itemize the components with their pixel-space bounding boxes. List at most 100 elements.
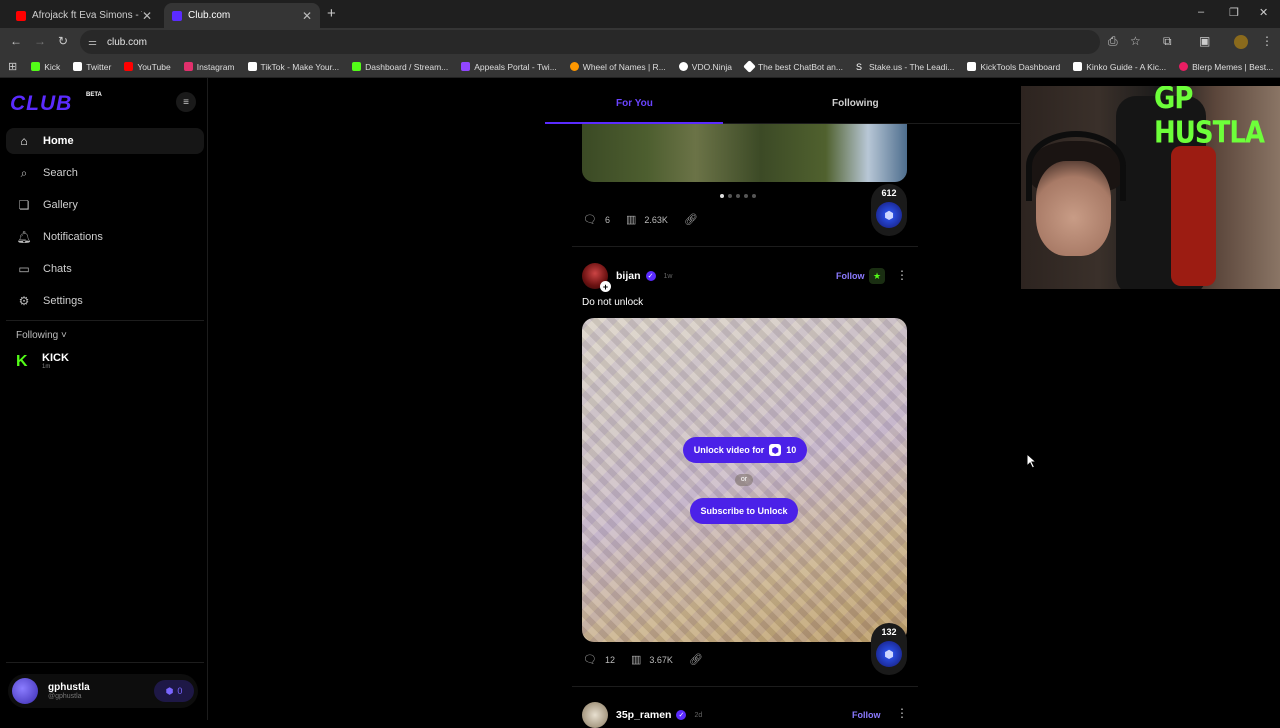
search-icon: ⌕: [20, 165, 28, 180]
post-image[interactable]: [582, 124, 907, 182]
bookmark-item[interactable]: Appeals Portal - Twi...: [461, 62, 557, 72]
bookmark-label: YouTube: [137, 61, 171, 72]
comment-count: 12: [604, 654, 615, 665]
sidebar-item-label: Search: [43, 167, 78, 179]
author-name[interactable]: bijan: [616, 270, 641, 282]
bookmark-label: Instagram: [196, 61, 235, 72]
close-tab-icon[interactable]: ✕: [142, 9, 152, 23]
apps-grid-icon[interactable]: ⊞: [8, 60, 17, 73]
tab-club[interactable]: Club.com ✕: [164, 3, 320, 28]
coin-balance[interactable]: ⬢ 0: [154, 680, 194, 702]
star-icon[interactable]: ★: [869, 268, 885, 284]
unlock-video-button[interactable]: Unlock video for ⬢ 10: [683, 437, 807, 463]
bookmark-label: Wheel of Names | R...: [582, 61, 666, 72]
bookmark-item[interactable]: The best ChatBot an...: [743, 60, 843, 73]
coin-icon: ⬢: [769, 444, 782, 456]
address-bar[interactable]: ⚌ club.com: [80, 30, 1100, 54]
carousel-dot[interactable]: [752, 194, 756, 198]
install-icon[interactable]: ⎙: [1108, 34, 1118, 49]
sidebar-item-gallery[interactable]: ❏ Gallery: [6, 192, 204, 218]
sidebar-item-notifications[interactable]: 🔔︎ Notifications: [6, 224, 204, 250]
close-window-button[interactable]: ✕: [1259, 6, 1268, 19]
more-options-icon[interactable]: ⋮: [896, 706, 908, 720]
reload-icon[interactable]: ↻: [58, 34, 68, 48]
bookmark-item[interactable]: VDO.Ninja: [678, 61, 732, 72]
twitch-icon: [461, 62, 471, 71]
more-options-icon[interactable]: ⋮: [896, 268, 908, 282]
sidebar-item-chats[interactable]: ▭ Chats: [6, 256, 204, 282]
bookmark-item[interactable]: Kinko Guide - A Kic...: [1073, 62, 1166, 72]
carousel-dot[interactable]: [736, 194, 740, 198]
gear-icon: ⚙: [18, 294, 30, 308]
vdo-ninja-icon: [678, 62, 688, 71]
comment-icon[interactable]: 🗨︎: [583, 213, 597, 226]
minimize-button[interactable]: –: [1198, 6, 1204, 18]
tab-title: Afrojack ft Eva Simons - Take O: [32, 10, 142, 21]
follow-button[interactable]: Follow: [836, 271, 865, 281]
tab-title: Club.com: [188, 10, 231, 21]
follow-plus-icon[interactable]: +: [600, 281, 611, 292]
bookmark-item[interactable]: S Stake.us - The Leadi...: [856, 61, 955, 73]
link-icon[interactable]: 🔗︎: [684, 213, 698, 226]
forward-icon[interactable]: →: [34, 34, 46, 48]
url-text: club.com: [106, 36, 147, 48]
bookmark-item[interactable]: Dashboard / Stream...: [352, 62, 448, 72]
back-icon[interactable]: ←: [10, 34, 22, 48]
tab-following[interactable]: Following: [832, 98, 879, 109]
bookmark-label: VDO.Ninja: [691, 61, 732, 72]
bookmark-item[interactable]: TikTok - Make Your...: [247, 62, 339, 72]
following-section-toggle[interactable]: Following ˅: [16, 330, 67, 341]
sidebar-item-settings[interactable]: ⚙ Settings: [6, 288, 204, 314]
following-item-kick[interactable]: K KICK 1m: [16, 352, 69, 370]
unlock-price: 10: [786, 445, 797, 455]
kick-dashboard-icon: [352, 62, 362, 71]
subscribe-to-unlock-button[interactable]: Subscribe to Unlock: [690, 498, 798, 524]
following-name: KICK: [42, 352, 69, 364]
club-logo[interactable]: CLUB: [10, 92, 72, 116]
tip-badge[interactable]: 132 ⬢: [871, 623, 907, 675]
bookmark-label: Dashboard / Stream...: [365, 61, 449, 72]
profile-avatar[interactable]: [1234, 35, 1248, 49]
carousel-dots[interactable]: [720, 194, 756, 198]
close-tab-icon[interactable]: ✕: [302, 9, 312, 23]
extensions-icon[interactable]: ⧉: [1163, 34, 1172, 49]
sidebar-item-label: Notifications: [43, 231, 103, 243]
kicktools-icon: [967, 62, 977, 71]
bookmark-item[interactable]: Blerp Memes | Best...: [1179, 62, 1273, 72]
carousel-dot[interactable]: [744, 194, 748, 198]
carousel-dot[interactable]: [728, 194, 732, 198]
link-icon[interactable]: 🔗︎: [689, 653, 703, 666]
menu-toggle-icon[interactable]: ≡: [176, 92, 196, 112]
user-profile[interactable]: gphustla @gphustla ⬢ 0: [8, 674, 198, 708]
bookmark-label: Stake.us - The Leadi...: [869, 61, 955, 72]
bookmark-item[interactable]: Twitter: [73, 62, 111, 72]
menu-kebab-icon[interactable]: ⋮: [1261, 34, 1273, 48]
comment-icon[interactable]: 🗨︎: [583, 653, 597, 666]
bookmark-item[interactable]: YouTube: [124, 61, 171, 72]
carousel-dot[interactable]: [720, 194, 724, 198]
username: gphustla: [48, 682, 90, 693]
comment-count: 6: [604, 214, 610, 225]
tip-badge[interactable]: 612 ⬢: [871, 184, 907, 236]
follow-button[interactable]: Follow: [852, 710, 881, 720]
bookmark-item[interactable]: Kick: [31, 62, 60, 72]
bookmark-star-icon[interactable]: ☆: [1130, 34, 1141, 48]
blerp-icon: [1179, 62, 1189, 71]
tab-for-you[interactable]: For You: [616, 98, 653, 109]
tab-youtube[interactable]: Afrojack ft Eva Simons - Take O ✕: [8, 3, 160, 28]
author-name[interactable]: 35p_ramen: [616, 709, 671, 721]
side-panel-icon[interactable]: ▣: [1199, 34, 1210, 48]
bookmark-item[interactable]: Wheel of Names | R...: [569, 61, 666, 72]
sidebar-item-home[interactable]: ⌂ Home: [6, 128, 204, 154]
bookmark-item[interactable]: Instagram: [183, 61, 235, 72]
site-info-icon[interactable]: ⚌: [88, 37, 97, 48]
youtube-icon: [16, 10, 26, 21]
sidebar-item-search[interactable]: ⌕ Search: [6, 160, 204, 186]
active-tab-indicator: [545, 122, 723, 124]
verified-icon: ✓: [645, 271, 656, 281]
bookmark-item[interactable]: KickTools Dashboard: [967, 62, 1060, 72]
author-avatar[interactable]: +: [582, 263, 611, 292]
restore-button[interactable]: ❐: [1229, 6, 1239, 19]
author-avatar[interactable]: [582, 702, 608, 728]
new-tab-button[interactable]: +: [327, 5, 336, 22]
